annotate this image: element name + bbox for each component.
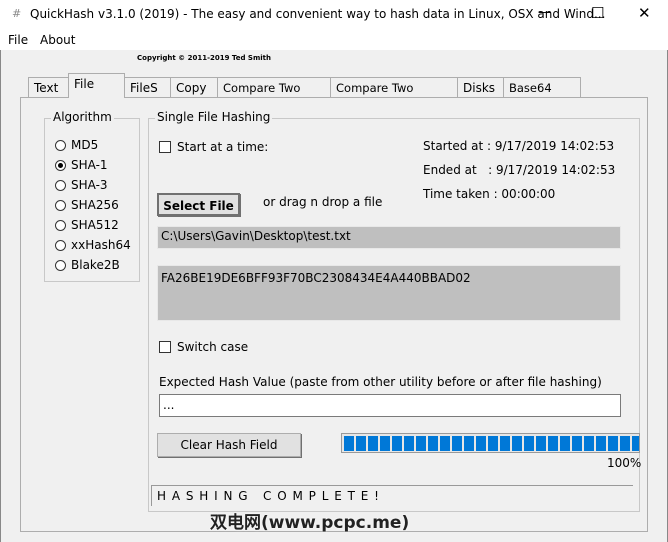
hash-result-field[interactable]: FA26BE19DE6BFF93F70BC2308434E4A440BBAD02 — [157, 265, 621, 321]
minimize-button[interactable]: — — [538, 5, 551, 20]
radio-label: Blake2B — [71, 258, 120, 272]
progress-block — [392, 436, 402, 451]
app-icon: # — [12, 7, 22, 20]
radio-label: SHA-3 — [71, 178, 108, 192]
radio-sha-1[interactable] — [55, 160, 66, 171]
progress-block — [572, 436, 582, 451]
expected-hash-label: Expected Hash Value (paste from other ut… — [159, 375, 602, 389]
radio-blake2b[interactable] — [55, 260, 66, 271]
menu-bar: File About — [0, 30, 668, 50]
close-button[interactable]: ✕ — [638, 4, 651, 22]
tab-base64-data[interactable]: Base64 Data — [503, 77, 581, 109]
progress-block — [404, 436, 414, 451]
radio-sha256[interactable] — [55, 200, 66, 211]
title-bar: # QuickHash v3.1.0 (2019) - The easy and… — [0, 0, 668, 30]
progress-block — [344, 436, 354, 451]
radio-md5[interactable] — [55, 140, 66, 151]
copyright-text: Copyright © 2011-2019 Ted Smith — [137, 54, 271, 62]
progress-block — [464, 436, 474, 451]
tab-text[interactable]: Text — [28, 77, 69, 98]
progress-block — [548, 436, 558, 451]
radio-xxhash64[interactable] — [55, 240, 66, 251]
progress-block — [584, 436, 594, 451]
status-bar: H A S H I N G C O M P L E T E ! — [151, 485, 633, 506]
switch-case-checkbox[interactable] — [159, 341, 171, 353]
progress-block — [524, 436, 534, 451]
tab-file[interactable]: File — [68, 73, 125, 98]
progress-block — [536, 436, 546, 451]
radio-label: MD5 — [71, 138, 99, 152]
menu-file[interactable]: File — [8, 33, 28, 47]
radio-sha-3[interactable] — [55, 180, 66, 191]
drag-drop-hint: or drag n drop a file — [263, 195, 383, 209]
progress-block — [488, 436, 498, 451]
select-file-button[interactable]: Select File — [157, 193, 240, 216]
radio-label: SHA512 — [71, 218, 119, 232]
ended-at: Ended at : 9/17/2019 14:02:53 — [423, 163, 616, 177]
tab-compare-two-folders[interactable]: Compare Two Folders — [330, 77, 458, 109]
tab-copy[interactable]: Copy — [170, 77, 218, 98]
start-at-time-checkbox[interactable] — [159, 141, 171, 153]
progress-block — [368, 436, 378, 451]
time-taken: Time taken : 00:00:00 — [423, 187, 556, 201]
maximize-button[interactable]: ☐ — [591, 4, 604, 22]
tab-compare-two-files[interactable]: Compare Two Files — [217, 77, 331, 109]
progress-block — [596, 436, 606, 451]
start-at-time-label: Start at a time: — [177, 140, 269, 154]
radio-label: SHA256 — [71, 198, 119, 212]
file-path-field[interactable]: C:\Users\Gavin\Desktop\test.txt — [157, 226, 621, 249]
progress-block — [428, 436, 438, 451]
progress-block — [416, 436, 426, 451]
progress-block — [500, 436, 510, 451]
progress-block — [380, 436, 390, 451]
menu-about[interactable]: About — [40, 33, 75, 47]
switch-case-label: Switch case — [177, 340, 249, 354]
progress-bar — [341, 433, 640, 453]
radio-label: xxHash64 — [71, 238, 131, 252]
progress-block — [560, 436, 570, 451]
clear-hash-button[interactable]: Clear Hash Field — [157, 433, 301, 457]
progress-block — [620, 436, 630, 451]
watermark: 双电网(www.pcpc.me) — [210, 513, 410, 533]
progress-block — [440, 436, 450, 451]
progress-percent: 100% — [607, 456, 642, 470]
tab-files[interactable]: FileS — [124, 77, 171, 98]
started-at: Started at : 9/17/2019 14:02:53 — [423, 139, 615, 153]
radio-sha512[interactable] — [55, 220, 66, 231]
progress-block — [512, 436, 522, 451]
single-file-label: Single File Hashing — [155, 110, 273, 124]
progress-block — [452, 436, 462, 451]
window-title: QuickHash v3.1.0 (2019) - The easy and c… — [30, 7, 606, 21]
algorithm-label: Algorithm — [51, 110, 114, 124]
progress-block — [632, 436, 639, 451]
progress-block — [476, 436, 486, 451]
expected-hash-input[interactable]: ... — [159, 394, 621, 417]
progress-block — [356, 436, 366, 451]
progress-block — [608, 436, 618, 451]
radio-label: SHA-1 — [71, 158, 108, 172]
tab-disks[interactable]: Disks — [457, 77, 504, 98]
